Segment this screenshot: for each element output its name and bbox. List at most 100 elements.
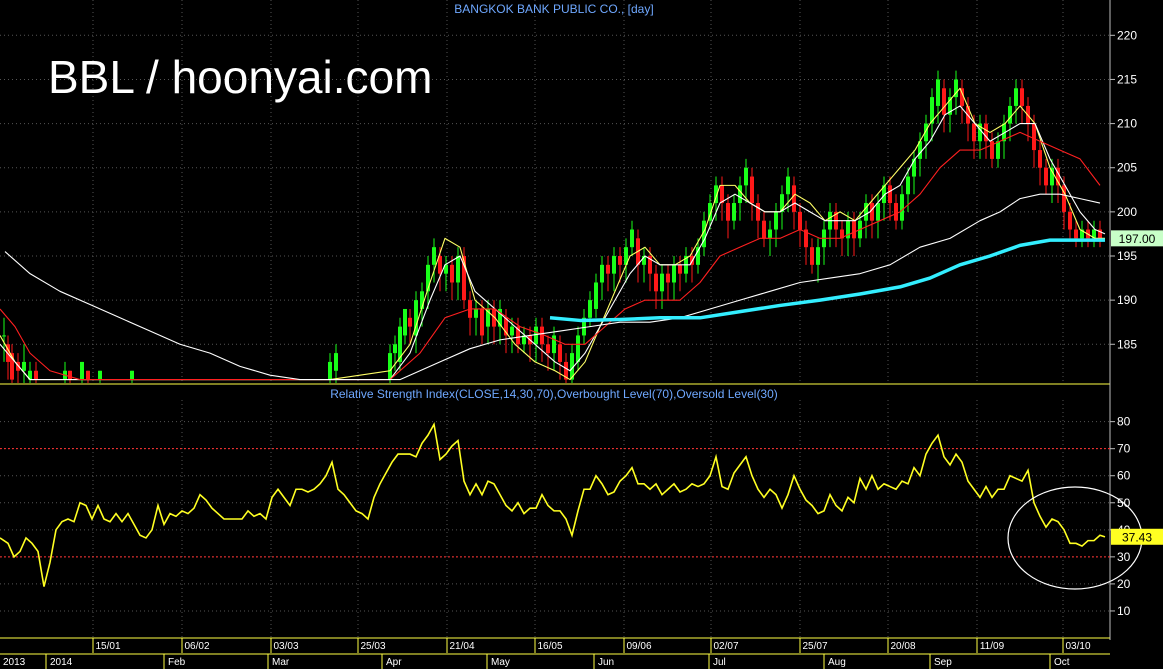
candle-body [894, 203, 898, 221]
candle-body [762, 220, 766, 239]
month-tick-label: May [491, 657, 510, 668]
candle-body [876, 203, 880, 221]
candle-body [744, 167, 748, 186]
candle-body [334, 353, 338, 371]
candle-body [660, 273, 664, 292]
candle-body [510, 326, 514, 336]
candle-body [474, 308, 478, 318]
candle-body [98, 370, 102, 380]
candle-body [2, 335, 6, 337]
candle-body [588, 300, 592, 318]
candle-body [456, 256, 460, 283]
date-tick-label: 02/07 [713, 641, 738, 652]
rsi-y-tick-label: 70 [1117, 442, 1131, 456]
candle-body [768, 229, 772, 239]
candle-body [552, 335, 556, 354]
candle-body [996, 141, 1000, 159]
candle-body [576, 335, 580, 362]
candle-body [1032, 123, 1036, 151]
rsi-y-tick-label: 30 [1117, 550, 1131, 564]
candle-body [68, 370, 72, 380]
price-chart-title: BANGKOK BANK PUBLIC CO., [day] [454, 2, 653, 16]
rsi-y-tick-label: 10 [1117, 604, 1131, 618]
candle-body [594, 282, 598, 309]
date-tick-label: 21/04 [449, 641, 474, 652]
candle-body [1038, 150, 1042, 168]
price-y-tick-label: 205 [1117, 161, 1137, 175]
candle-body [810, 247, 814, 265]
candle-body [86, 370, 90, 380]
candle-body [403, 308, 407, 336]
candle-body [792, 185, 796, 212]
candle-body [678, 264, 682, 274]
candle-body [34, 370, 38, 380]
candle-body [816, 247, 820, 265]
date-tick-label: 25/03 [360, 641, 385, 652]
candle-body [432, 247, 436, 265]
month-tick-label: 2014 [50, 657, 73, 668]
candle-body [1020, 88, 1024, 106]
date-tick-label: 03/03 [273, 641, 298, 652]
candle-body [480, 308, 484, 336]
price-y-tick-label: 185 [1117, 337, 1137, 351]
month-tick-label: Jul [713, 657, 726, 668]
date-tick-label: 25/07 [802, 641, 827, 652]
month-tick-label: Jun [598, 657, 614, 668]
candle-body [630, 229, 634, 248]
candle-body [1044, 167, 1048, 186]
date-tick-label: 20/08 [890, 641, 915, 652]
candle-body [654, 273, 658, 292]
rsi-y-tick-label: 60 [1117, 469, 1131, 483]
candle-body [393, 344, 397, 354]
price-y-tick-label: 210 [1117, 117, 1137, 131]
last-price-label: 197.00 [1119, 232, 1156, 246]
last-price-marker: 197.00 [1111, 230, 1163, 247]
date-tick-label: 03/10 [1065, 641, 1090, 652]
month-tick-label: Sep [934, 657, 952, 668]
candle-body [22, 361, 26, 371]
candle-body [612, 256, 616, 274]
candle-body [942, 88, 946, 115]
candle-body [936, 79, 940, 106]
candle-body [666, 273, 670, 283]
rsi-y-tick-label: 20 [1117, 577, 1131, 591]
candle-body [1014, 88, 1018, 106]
watermark-text: BBL / hoonyai.com [48, 51, 433, 103]
month-tick-label: Aug [828, 657, 846, 668]
date-tick-label: 11/09 [980, 641, 1005, 652]
date-tick-label: 06/02 [184, 641, 209, 652]
price-y-tick-label: 195 [1117, 249, 1137, 263]
candle-body [1008, 105, 1012, 124]
candle-body [558, 344, 562, 362]
candle-body [618, 256, 622, 265]
last-rsi-marker: 37.43 [1111, 528, 1163, 545]
candle-body [450, 264, 454, 283]
candle-body [672, 264, 676, 283]
candle-body [388, 353, 392, 380]
month-tick-label: Mar [272, 657, 290, 668]
candle-body [408, 317, 412, 327]
candle-body [750, 176, 754, 204]
candle-body [888, 185, 892, 204]
date-tick-label: 15/01 [95, 641, 120, 652]
month-tick-label: Oct [1054, 657, 1070, 668]
price-y-tick-label: 200 [1117, 205, 1137, 219]
rsi-chart-title: Relative Strength Index(CLOSE,14,30,70),… [330, 387, 778, 401]
candle-body [798, 211, 802, 230]
candle-body [606, 264, 610, 274]
candle-body [546, 344, 550, 354]
candle-body [80, 361, 84, 380]
candle-body [852, 220, 856, 239]
candle-body [900, 194, 904, 221]
rsi-y-tick-label: 80 [1117, 415, 1131, 429]
candle-body [972, 123, 976, 142]
price-y-tick-label: 215 [1117, 72, 1137, 86]
candle-body [906, 176, 910, 195]
price-y-tick-label: 190 [1117, 293, 1137, 307]
month-tick-label: Apr [386, 657, 402, 668]
candle-body [774, 211, 778, 230]
candle-body [1074, 229, 1078, 239]
candle-body [328, 361, 332, 380]
price-y-tick-label: 220 [1117, 28, 1137, 42]
date-tick-label: 09/06 [626, 641, 651, 652]
